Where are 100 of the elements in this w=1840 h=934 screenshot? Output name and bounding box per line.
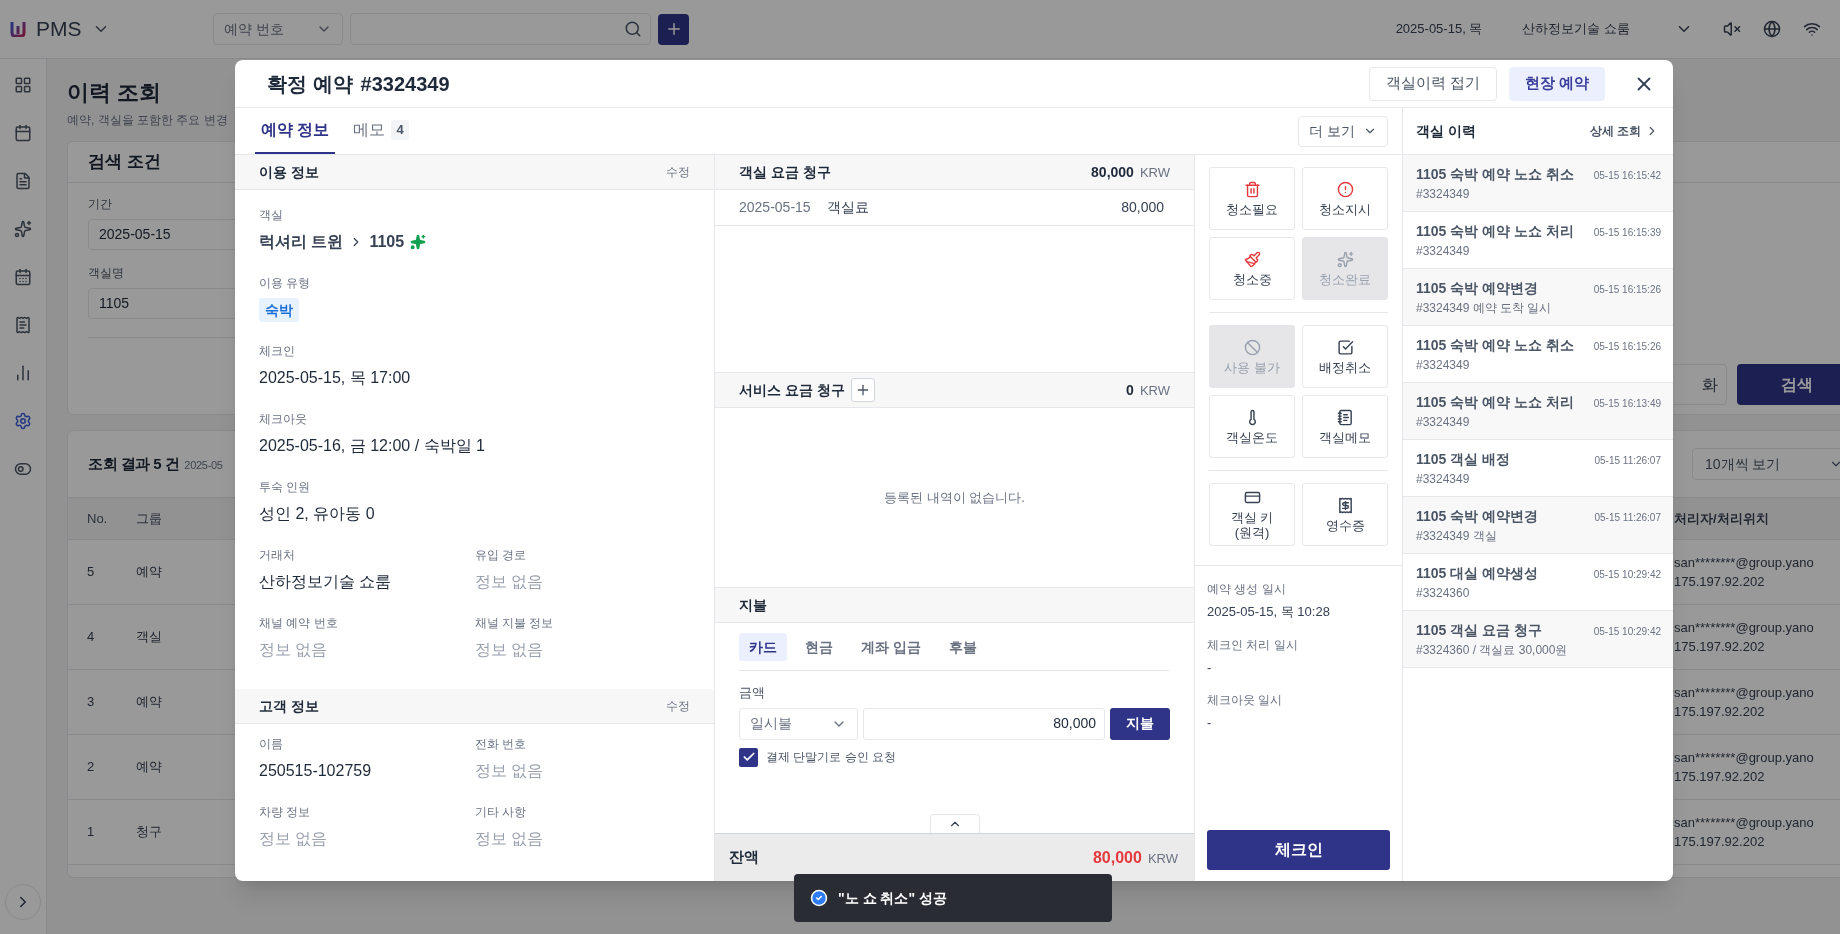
history-item[interactable]: 1105 숙박 예약변경 05-15 16:15:26 #3324349 예약 도착 일시 <box>1403 269 1673 326</box>
history-time: 05-15 16:15:26 <box>1593 339 1661 354</box>
check-icon <box>741 750 756 764</box>
calendar-icon[interactable] <box>14 124 32 142</box>
bar-chart-icon[interactable] <box>14 364 32 382</box>
currency: KRW <box>1139 381 1170 400</box>
field-label: 차량 정보 <box>259 804 312 821</box>
mute-icon[interactable] <box>1723 20 1741 38</box>
field-label: 기타 사항 <box>474 804 527 821</box>
currency: KRW <box>1139 163 1170 182</box>
payment-method-tab[interactable]: 계좌 입금 <box>851 633 931 661</box>
history-title-text: 1105 객실 배정 <box>1416 449 1511 469</box>
room-action-button[interactable]: 청소지시 <box>1302 167 1388 230</box>
search-button[interactable]: 검색 <box>1737 364 1840 405</box>
table-cell-text: san********@group.yano <box>1674 618 1815 637</box>
charge-amount: 80,000 <box>1121 198 1164 217</box>
checkbox[interactable] <box>739 747 758 767</box>
room-action-button[interactable]: 배정취소 <box>1302 325 1388 388</box>
more-button[interactable]: 더 보기 <box>1298 115 1388 147</box>
property-name[interactable]: 산하정보기술 쇼룸 <box>1522 19 1630 39</box>
header-button[interactable]: 객실이력 접기 <box>1368 66 1497 101</box>
history-title-text: 1105 숙박 예약 노쇼 처리 <box>1416 392 1574 412</box>
note-icon <box>1336 408 1354 426</box>
empty-message: 등록된 내역이 없습니다. <box>884 488 1025 507</box>
grid-icon[interactable] <box>14 76 32 94</box>
payment-method-tab[interactable]: 현금 <box>795 633 843 661</box>
history-item[interactable]: 1105 숙박 예약변경 05-15 11:26:07 #3324349 객실 <box>1403 497 1673 554</box>
globe-icon[interactable] <box>1763 20 1781 38</box>
toast-message: "노 쇼 취소" 성공 <box>838 888 947 908</box>
room-action-button[interactable]: 객실메모 <box>1302 395 1388 458</box>
settings-icon[interactable] <box>14 412 32 430</box>
room-action-button[interactable]: 객실온도 <box>1209 395 1295 458</box>
history-title-text: 1105 숙박 예약 노쇼 취소 <box>1416 164 1574 184</box>
calendar-icon[interactable] <box>14 268 32 286</box>
document-icon[interactable] <box>14 172 32 190</box>
sparkles-icon[interactable] <box>14 220 32 238</box>
checkbox-icon <box>1336 338 1354 356</box>
history-item[interactable]: 1105 숙박 예약 노쇼 취소 05-15 16:15:42 #3324349 <box>1403 155 1673 212</box>
table-cell-text: 175.197.92.202 <box>1674 638 1766 656</box>
history-time: 05-15 11:26:07 <box>1594 510 1661 525</box>
field-value: 성인 2, 유아동 0 <box>259 504 376 524</box>
column-header: 처리자/처리위치 <box>1674 509 1770 528</box>
history-item[interactable]: 1105 숙박 예약 노쇼 처리 05-15 16:13:49 #3324349 <box>1403 383 1673 440</box>
history-title: 객실 이력 <box>1416 121 1476 141</box>
edit-link[interactable]: 수정 <box>666 697 690 715</box>
history-item[interactable]: 1105 객실 배정 05-15 11:26:07 #3324349 <box>1403 440 1673 497</box>
field-value: 250515-102759 <box>259 761 373 781</box>
table-cell-text: 5 <box>87 563 96 582</box>
alert-icon <box>1336 180 1354 198</box>
detail-link[interactable]: 상세 조회 <box>1589 122 1659 140</box>
table-cell-text: san********@group.yano <box>1674 683 1815 702</box>
amount-field[interactable]: 80,000 <box>863 707 1105 740</box>
field-label: 전화 번호 <box>474 736 527 753</box>
pay-button[interactable]: 지불 <box>1110 707 1170 740</box>
history-detail: #3324349 객실 <box>1416 527 1498 545</box>
results-title: 조회 결과 5 건 <box>88 453 180 474</box>
field-value: 정보 없음 <box>474 640 544 660</box>
search-type-select[interactable]: 예약 번호 <box>213 13 343 45</box>
history-item[interactable]: 1105 객실 요금 청구 05-15 10:29:42 #3324360 / 객실료 30,000원 <box>1403 611 1673 668</box>
history-detail: #3324349 예약 도착 일시 <box>1416 299 1553 317</box>
page-size-select[interactable]: 10개씩 보기 <box>1692 448 1840 480</box>
table-cell-text: 객실 <box>136 628 162 647</box>
add-button[interactable] <box>658 13 689 45</box>
section-title: 지불 <box>739 595 767 615</box>
room-action-button[interactable]: 청소중 <box>1209 237 1295 300</box>
charge-item: 객실료 <box>827 198 870 217</box>
receipt-icon <box>1336 496 1354 514</box>
field-label: 체크아웃 <box>259 411 308 428</box>
timestamp-label: 체크인 처리 일시 <box>1207 636 1299 654</box>
history-item[interactable]: 1105 대실 예약생성 05-15 10:29:42 #3324360 <box>1403 554 1673 611</box>
add-service-button[interactable] <box>850 378 875 402</box>
table-cell-text: 1 <box>87 823 96 842</box>
payment-method-tab[interactable]: 카드 <box>739 633 787 661</box>
history-title-text: 1105 숙박 예약변경 <box>1416 278 1539 298</box>
room-action-button[interactable]: 영수증 <box>1302 483 1388 546</box>
table-cell-text: 3 <box>87 693 96 712</box>
toggle-icon[interactable] <box>14 460 32 478</box>
room-action-button[interactable]: 객실 키 (원격) <box>1209 483 1295 546</box>
checkin-button[interactable]: 체크인 <box>1207 830 1390 870</box>
logo-icon <box>10 21 26 37</box>
field-label: 체크인 <box>259 343 296 360</box>
search-icon[interactable] <box>624 20 642 38</box>
history-time: 05-15 11:26:07 <box>1594 453 1661 468</box>
history-item[interactable]: 1105 숙박 예약 노쇼 처리 05-15 16:15:39 #3324349 <box>1403 212 1673 269</box>
search-field[interactable] <box>350 13 651 45</box>
payment-method-tab[interactable]: 후불 <box>938 633 987 661</box>
history-item[interactable]: 1105 숙박 예약 노쇼 취소 05-15 16:15:26 #3324349 <box>1403 326 1673 383</box>
edit-link[interactable]: 수정 <box>666 163 690 181</box>
timestamp-label: 체크아웃 일시 <box>1207 692 1284 709</box>
room-action-button[interactable]: 청소필요 <box>1209 167 1295 230</box>
receipt-icon[interactable] <box>14 316 32 334</box>
field-label: 이름 <box>259 736 284 753</box>
balance-label: 잔액 <box>729 847 759 868</box>
installment-select[interactable]: 일시불 <box>739 707 858 740</box>
header-button[interactable]: 현장 예약 <box>1508 66 1605 101</box>
history-time: 05-15 16:15:42 <box>1593 168 1661 183</box>
table-cell-text: 예약 <box>136 758 162 777</box>
tab[interactable]: 메모 4 <box>347 108 415 154</box>
wifi-icon[interactable] <box>1803 20 1821 38</box>
timestamp-value: - <box>1207 714 1213 732</box>
